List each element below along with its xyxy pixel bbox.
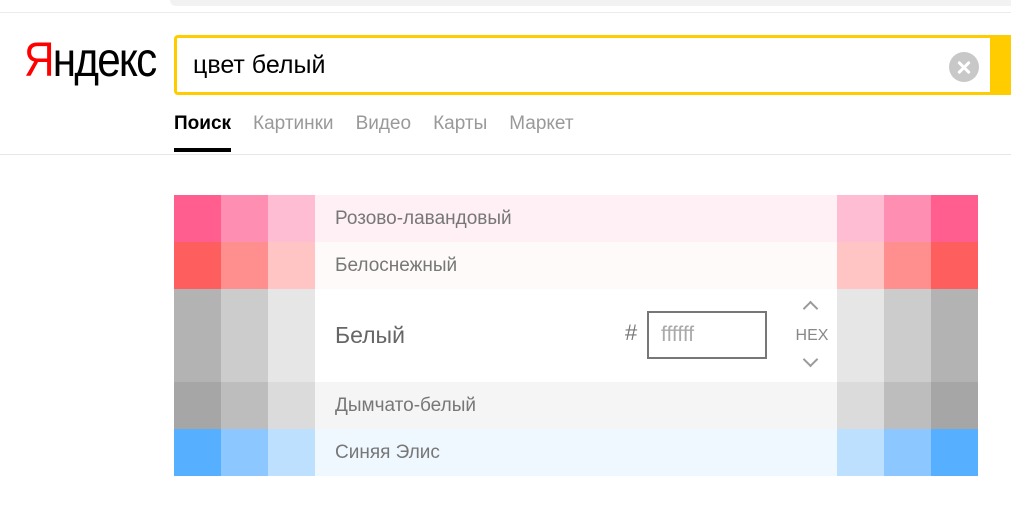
color-swatch[interactable] — [884, 289, 931, 382]
color-swatch[interactable] — [931, 382, 978, 429]
color-swatch[interactable] — [931, 289, 978, 382]
color-swatch[interactable] — [837, 195, 884, 242]
color-row-center: Дымчато-белый — [315, 382, 837, 429]
top-bar-shadow — [170, 0, 1011, 6]
chevron-down-icon[interactable] — [802, 351, 819, 368]
logo-first-letter: Я — [24, 34, 54, 87]
header-divider — [0, 154, 1011, 155]
color-swatch[interactable] — [221, 429, 268, 476]
color-swatch[interactable] — [221, 195, 268, 242]
search-nav: Поиск Картинки Видео Карты Маркет — [174, 110, 574, 154]
color-row[interactable]: Синяя Элис — [174, 429, 978, 476]
color-swatch[interactable] — [837, 382, 884, 429]
color-swatch[interactable] — [931, 242, 978, 289]
format-switcher: HEX — [787, 297, 837, 375]
color-name: Дымчато-белый — [335, 394, 476, 416]
color-swatch[interactable] — [268, 429, 315, 476]
color-swatch[interactable] — [837, 289, 884, 382]
color-row[interactable]: Дымчато-белый — [174, 382, 978, 429]
color-row-selected[interactable]: Белый # HEX — [174, 289, 978, 382]
color-row[interactable]: Розово-лавандовый — [174, 195, 978, 242]
color-swatch[interactable] — [931, 195, 978, 242]
tab-3[interactable]: Карты — [433, 110, 487, 154]
color-swatch[interactable] — [174, 195, 221, 242]
color-name: Белый — [335, 322, 405, 348]
color-row-center: Белоснежный — [315, 242, 837, 289]
browser-top-edge — [0, 0, 1011, 13]
chevron-up-icon[interactable] — [802, 300, 819, 317]
color-swatch[interactable] — [884, 429, 931, 476]
color-row[interactable]: Белоснежный — [174, 242, 978, 289]
color-swatch[interactable] — [268, 289, 315, 382]
color-swatch[interactable] — [931, 429, 978, 476]
color-palette-widget: Розово-лавандовый Белоснежный Белый # HEX Дым… — [174, 195, 978, 476]
color-swatch[interactable] — [884, 195, 931, 242]
color-name: Синяя Элис — [335, 441, 440, 463]
color-name: Белоснежный — [335, 254, 458, 276]
yandex-logo[interactable]: Яндекс — [24, 34, 157, 88]
format-label: HEX — [795, 327, 829, 344]
color-name: Розово-лавандовый — [335, 207, 512, 229]
color-swatch[interactable] — [174, 289, 221, 382]
color-swatch[interactable] — [221, 382, 268, 429]
color-swatch[interactable] — [884, 382, 931, 429]
color-row-center: Синяя Элис — [315, 429, 837, 476]
color-row-center: Розово-лавандовый — [315, 195, 837, 242]
hash-symbol: # — [625, 320, 638, 345]
color-swatch[interactable] — [221, 289, 268, 382]
color-row-center: Белый # HEX — [315, 289, 837, 382]
hex-input[interactable] — [647, 311, 767, 359]
color-swatch[interactable] — [837, 242, 884, 289]
tab-0[interactable]: Поиск — [174, 110, 232, 154]
search-box — [174, 35, 1011, 95]
logo-rest: ндекс — [52, 34, 157, 87]
search-input[interactable] — [193, 46, 933, 84]
tab-2[interactable]: Видео — [356, 110, 412, 154]
color-swatch[interactable] — [221, 242, 268, 289]
color-swatch[interactable] — [837, 429, 884, 476]
color-swatch[interactable] — [884, 242, 931, 289]
search-submit-button[interactable] — [990, 35, 1011, 95]
color-swatch[interactable] — [268, 195, 315, 242]
color-swatch[interactable] — [174, 242, 221, 289]
color-swatch[interactable] — [174, 382, 221, 429]
tab-4[interactable]: Маркет — [509, 110, 573, 154]
color-swatch[interactable] — [174, 429, 221, 476]
clear-icon[interactable] — [949, 52, 979, 82]
tab-1[interactable]: Картинки — [253, 110, 334, 154]
color-swatch[interactable] — [268, 242, 315, 289]
color-swatch[interactable] — [268, 382, 315, 429]
